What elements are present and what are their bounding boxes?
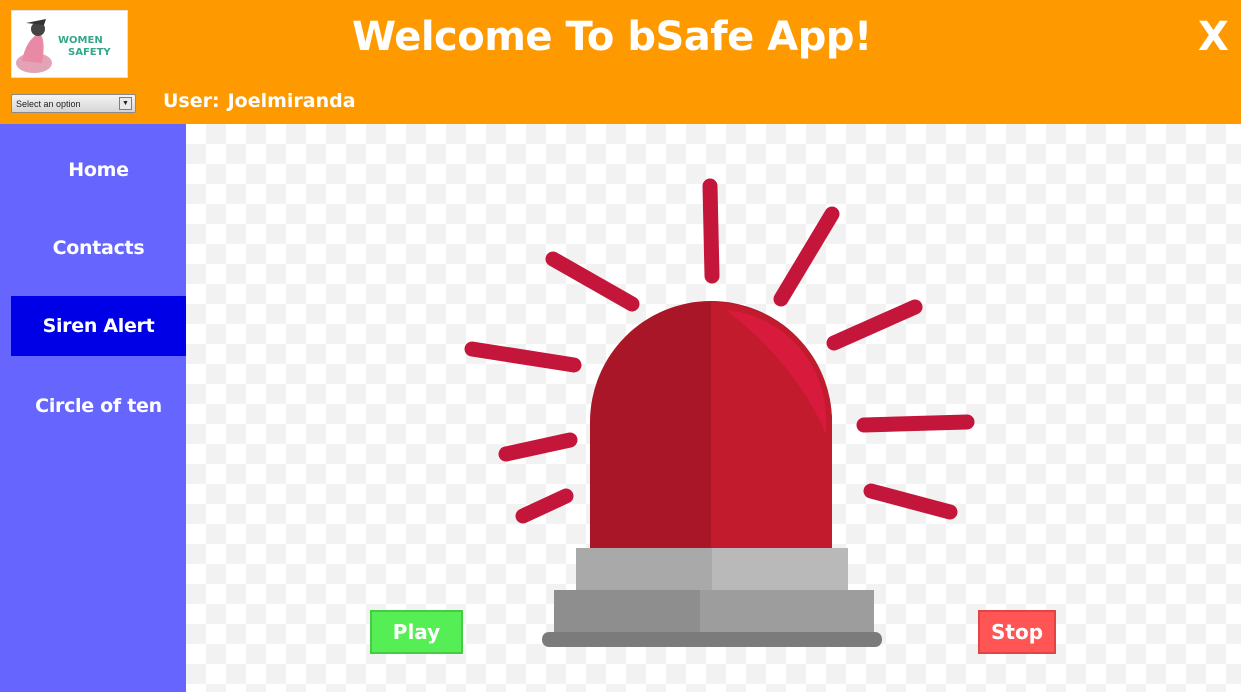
- user-info: User: Joelmiranda: [163, 90, 356, 112]
- women-safety-logo: WOMEN SAFETY: [11, 10, 128, 78]
- sidebar: Home Contacts Siren Alert Circle of ten: [0, 124, 186, 692]
- user-name: Joelmiranda: [227, 90, 356, 112]
- sidebar-item-contacts[interactable]: Contacts: [11, 218, 186, 278]
- page-title: Welcome To bSafe App!: [352, 14, 872, 60]
- stop-button[interactable]: Stop: [978, 610, 1056, 654]
- close-button[interactable]: X: [1198, 14, 1229, 60]
- play-button[interactable]: Play: [370, 610, 463, 654]
- chevron-down-icon[interactable]: ▼: [119, 97, 132, 110]
- sidebar-item-home[interactable]: Home: [11, 140, 186, 200]
- siren-panel: Play Stop: [186, 124, 1241, 692]
- sidebar-item-siren-alert[interactable]: Siren Alert: [11, 296, 186, 356]
- user-label: User:: [163, 90, 220, 112]
- siren-alarm-icon: [464, 178, 975, 647]
- sidebar-item-circle-of-ten[interactable]: Circle of ten: [11, 376, 186, 436]
- logo-text-line2: SAFETY: [68, 47, 111, 58]
- app-header: WOMEN SAFETY Welcome To bSafe App! X Sel…: [0, 0, 1241, 124]
- option-select-value: Select an option: [16, 98, 81, 109]
- logo-text-line1: WOMEN: [58, 35, 103, 46]
- option-select[interactable]: Select an option ▼: [11, 94, 136, 113]
